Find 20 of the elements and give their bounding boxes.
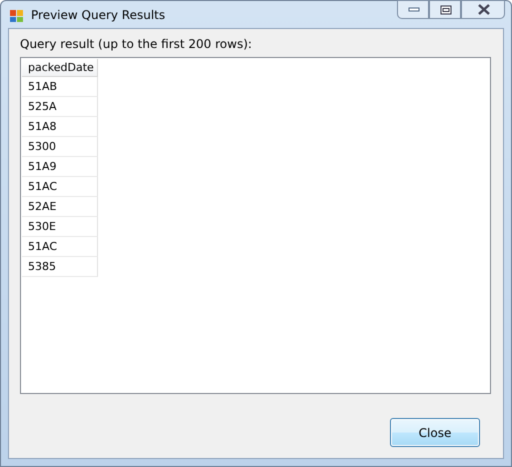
close-icon <box>476 4 490 15</box>
maximize-icon <box>440 4 452 14</box>
table-cell: 51A8 <box>22 117 98 137</box>
column-header[interactable]: packedDate <box>22 59 98 77</box>
close-window-button[interactable] <box>461 0 505 19</box>
maximize-button[interactable] <box>429 0 461 19</box>
table-cell: 51AB <box>22 77 98 97</box>
table-cell: 530E <box>22 217 98 237</box>
table-cell: 525A <box>22 97 98 117</box>
table-cell: 51AC <box>22 177 98 197</box>
table-cell: 5300 <box>22 137 98 157</box>
minimize-button[interactable] <box>397 0 429 19</box>
close-button[interactable]: Close <box>390 418 480 447</box>
table-cell: 52AE <box>22 197 98 217</box>
table-cell: 51A9 <box>22 157 98 177</box>
table-cell: 51AC <box>22 237 98 257</box>
result-label: Query result (up to the first 200 rows): <box>20 37 253 51</box>
window-title: Preview Query Results <box>31 8 166 22</box>
table-cell: 5385 <box>22 257 98 277</box>
minimize-icon <box>408 6 420 12</box>
